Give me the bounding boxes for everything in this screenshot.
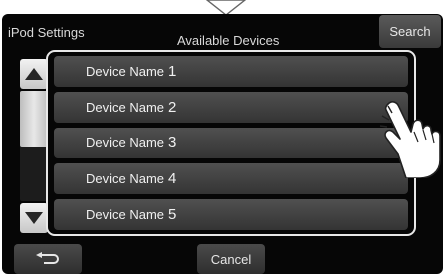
device-name: Device Name bbox=[86, 135, 165, 151]
device-list: Device Name 1 Device Name 2 Device Name … bbox=[46, 50, 416, 236]
page-title: iPod Settings bbox=[8, 25, 85, 40]
device-number: 1 bbox=[168, 62, 177, 80]
device-name: Device Name bbox=[86, 171, 165, 187]
device-number: 2 bbox=[168, 98, 177, 116]
search-button[interactable]: Search bbox=[379, 15, 441, 48]
device-list-item[interactable]: Device Name 3 bbox=[54, 127, 408, 159]
device-name: Device Name bbox=[86, 63, 165, 79]
triangle-down-icon bbox=[25, 212, 43, 224]
list-heading: Available Devices bbox=[177, 33, 280, 48]
scroll-up-button[interactable] bbox=[20, 59, 48, 89]
scroll-down-button[interactable] bbox=[20, 203, 48, 233]
device-list-item[interactable]: Device Name 5 bbox=[54, 199, 408, 230]
cancel-button[interactable]: Cancel bbox=[197, 244, 265, 274]
device-number: 5 bbox=[168, 206, 177, 224]
back-button[interactable] bbox=[14, 244, 82, 274]
scrollbar-track[interactable] bbox=[20, 91, 48, 201]
device-number: 4 bbox=[168, 170, 177, 188]
return-arrow-icon bbox=[36, 252, 59, 264]
device-list-item[interactable]: Device Name 4 bbox=[54, 163, 408, 195]
pointing-hand-icon bbox=[379, 101, 441, 178]
device-list-item[interactable]: Device Name 2 bbox=[54, 91, 408, 123]
device-name: Device Name bbox=[86, 99, 165, 115]
scrollbar-thumb[interactable] bbox=[20, 91, 48, 147]
device-list-item[interactable]: Device Name 1 bbox=[54, 56, 408, 87]
triangle-up-icon bbox=[25, 68, 43, 80]
device-number: 3 bbox=[168, 134, 177, 152]
device-name: Device Name bbox=[86, 207, 165, 223]
